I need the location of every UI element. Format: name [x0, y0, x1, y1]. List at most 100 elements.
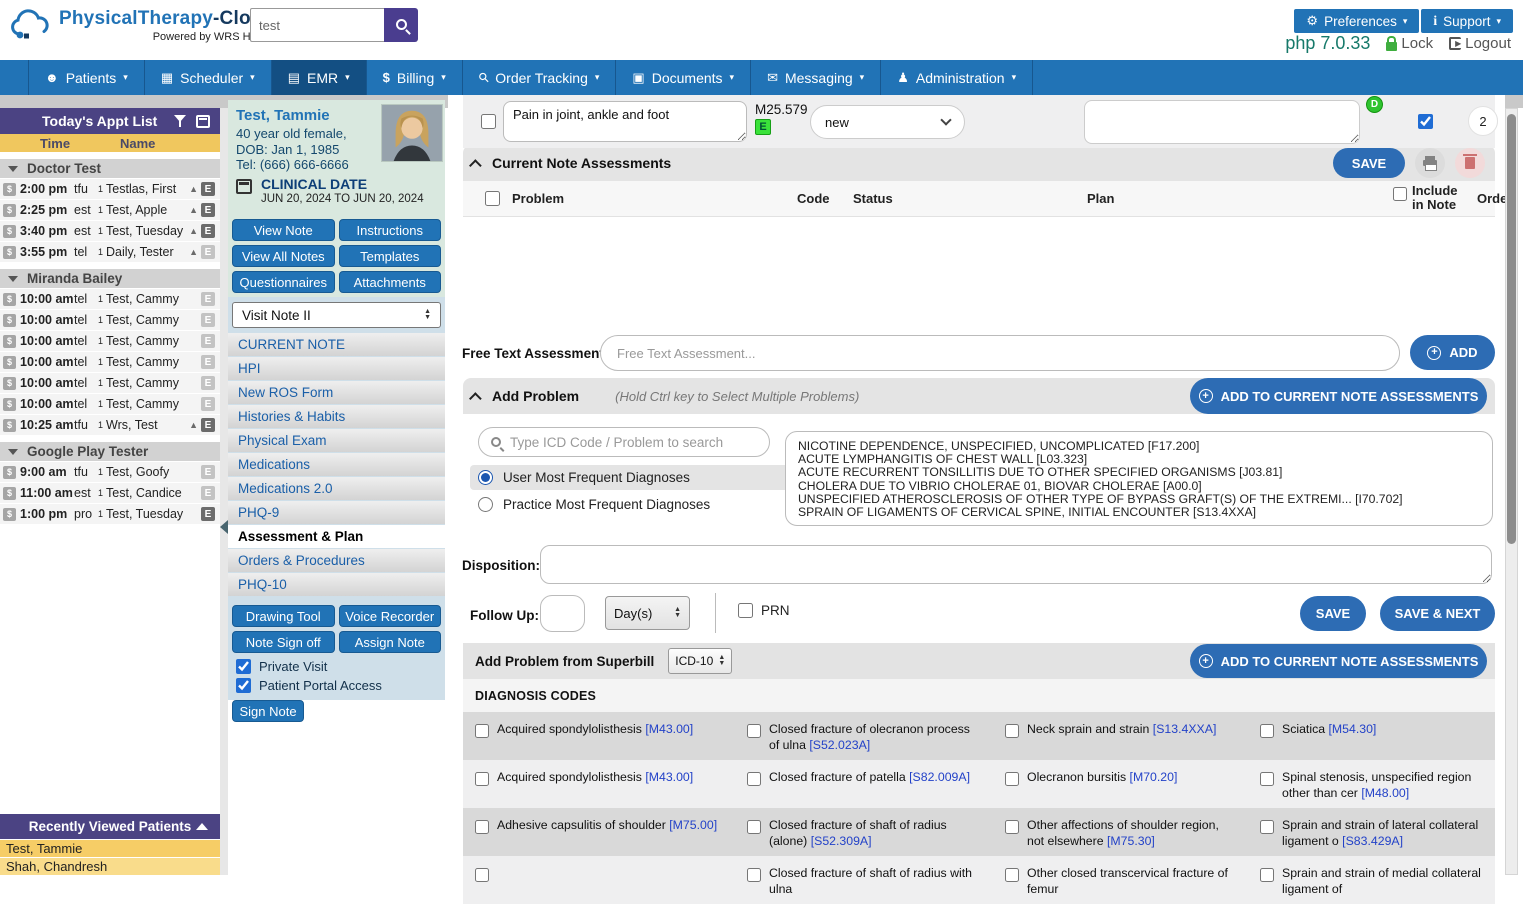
diagnosis-checkbox[interactable]: [747, 820, 761, 834]
select-all-checkbox[interactable]: [485, 191, 500, 206]
diagnosis-checkbox[interactable]: [1260, 820, 1274, 834]
diagnosis-code-cell[interactable]: Neck sprain and strain [S13.4XXA]: [993, 712, 1248, 760]
collapse-icon[interactable]: [469, 392, 482, 405]
calendar-icon[interactable]: [196, 115, 210, 128]
appointment-row[interactable]: $ 1:00 pm pro 1 Test, Tuesday ▲ E: [0, 504, 220, 524]
checkbox[interactable]: [236, 678, 251, 693]
diagnosis-checkbox[interactable]: [747, 724, 761, 738]
appointment-row[interactable]: $ 2:00 pm tfu 1 Testlas, First ▲ E: [0, 179, 220, 199]
row-select-checkbox[interactable]: [481, 114, 496, 129]
include-all-checkbox[interactable]: [1393, 187, 1407, 201]
add-to-current-note-button[interactable]: +ADD TO CURRENT NOTE ASSESSMENTS: [1190, 378, 1487, 414]
note-tool-button[interactable]: Drawing Tool: [232, 605, 335, 627]
diagnosis-code-cell[interactable]: Acquired spondylolisthesis [M43.00]: [463, 760, 735, 808]
diagnosis-code-cell[interactable]: Closed fracture of olecranon process of …: [735, 712, 993, 760]
nav-item[interactable]: Billing ▾: [366, 60, 462, 95]
preferences-button[interactable]: ⚙Preferences▾: [1294, 9, 1419, 33]
diagnosis-code-cell[interactable]: Sciatica [M54.30]: [1248, 712, 1495, 760]
sign-note-button[interactable]: Sign Note: [232, 700, 304, 722]
patient-action-button[interactable]: Instructions: [339, 219, 442, 241]
global-search-input[interactable]: [250, 8, 384, 42]
lock-link[interactable]: Lock: [1386, 35, 1433, 52]
patient-action-button[interactable]: View All Notes: [232, 245, 335, 267]
note-section-menu-item[interactable]: PHQ-9: [228, 501, 445, 524]
code-type-select[interactable]: ICD-10 ▲▼: [668, 648, 732, 674]
note-section-menu-item[interactable]: Orders & Procedures: [228, 549, 445, 572]
visit-note-select[interactable]: Visit Note II ▲▼: [232, 302, 441, 328]
note-section-menu-item[interactable]: CURRENT NOTE: [228, 333, 445, 356]
follow-up-value-input[interactable]: [540, 595, 585, 632]
diagnosis-checkbox[interactable]: [475, 724, 489, 738]
nav-item[interactable]: Order Tracking ▾: [462, 60, 616, 95]
appointment-row[interactable]: $ 9:00 am tfu 1 Test, Goofy ▲ E: [0, 462, 220, 482]
appointment-row[interactable]: $ 10:00 am tel 1 Test, Cammy ▲ E: [0, 352, 220, 372]
patient-action-button[interactable]: View Note: [232, 219, 335, 241]
filter-icon[interactable]: [174, 115, 186, 127]
diagnosis-checkbox[interactable]: [747, 868, 761, 882]
sidebar-collapse-handle[interactable]: [220, 520, 228, 534]
add-assessment-button[interactable]: +ADD: [1410, 335, 1495, 370]
nav-item[interactable]: Documents ▾: [615, 60, 750, 95]
scrollbar-thumb[interactable]: [1507, 114, 1516, 544]
diagnosis-checkbox[interactable]: [1260, 868, 1274, 882]
practice-frequent-diagnoses-radio[interactable]: Practice Most Frequent Diagnoses: [470, 492, 815, 517]
diagnosis-checkbox[interactable]: [475, 868, 489, 882]
nav-item[interactable]: Scheduler ▾: [144, 60, 271, 95]
diagnosis-checkbox[interactable]: [747, 772, 761, 786]
provider-group-header[interactable]: Miranda Bailey: [0, 269, 220, 288]
provider-group-header[interactable]: Google Play Tester: [0, 442, 220, 461]
checkbox[interactable]: [236, 659, 251, 674]
patient-action-button[interactable]: Questionnaires: [232, 271, 335, 293]
user-frequent-diagnoses-radio[interactable]: User Most Frequent Diagnoses: [470, 465, 815, 490]
diagnosis-code-cell[interactable]: Closed fracture of shaft of radius (alon…: [735, 808, 993, 856]
collapse-icon[interactable]: [469, 159, 482, 172]
note-section-menu-item[interactable]: New ROS Form: [228, 381, 445, 404]
recent-patient-row[interactable]: Test, Tammie: [0, 840, 220, 857]
problem-textarea[interactable]: [503, 101, 747, 142]
diagnosis-code-cell[interactable]: Closed fracture of patella [S82.009A]: [735, 760, 993, 808]
support-button[interactable]: iSupport▾: [1421, 9, 1513, 33]
icd-search-input[interactable]: [510, 435, 757, 450]
appointment-row[interactable]: $ 10:00 am tel 1 Test, Cammy ▲ E: [0, 289, 220, 309]
appointment-row[interactable]: $ 10:00 am tel 1 Test, Cammy ▲ E: [0, 310, 220, 330]
frequent-diagnoses-listbox[interactable]: NICOTINE DEPENDENCE, UNSPECIFIED, UNCOMP…: [785, 431, 1493, 526]
recent-patient-row[interactable]: Shah, Chandresh: [0, 858, 220, 875]
save-and-next-button[interactable]: SAVE & NEXT: [1380, 596, 1495, 631]
diagnosis-code-cell[interactable]: [463, 856, 735, 904]
prn-checkbox[interactable]: [738, 603, 753, 618]
logout-link[interactable]: Logout: [1449, 35, 1511, 52]
save-button[interactable]: SAVE: [1333, 148, 1405, 178]
diagnosis-code-cell[interactable]: Sprain and strain of lateral collateral …: [1248, 808, 1495, 856]
diagnosis-checkbox[interactable]: [1005, 724, 1019, 738]
note-section-menu-item[interactable]: Histories & Habits: [228, 405, 445, 428]
global-search-button[interactable]: [384, 8, 418, 42]
note-tool-button[interactable]: Assign Note: [339, 631, 442, 653]
diagnosis-code-cell[interactable]: Spinal stenosis, unspecified region othe…: [1248, 760, 1495, 808]
diagnosis-code-cell[interactable]: Other affections of shoulder region, not…: [993, 808, 1248, 856]
note-section-menu-item[interactable]: Physical Exam: [228, 429, 445, 452]
appointment-row[interactable]: $ 3:40 pm est 1 Test, Tuesday ▲ E: [0, 221, 220, 241]
diagnosis-code-cell[interactable]: Other closed transcervical fracture of f…: [993, 856, 1248, 904]
radio[interactable]: [478, 497, 493, 512]
appointment-row[interactable]: $ 11:00 am est 1 Test, Candice ▲ E: [0, 483, 220, 503]
diagnosis-checkbox[interactable]: [475, 820, 489, 834]
diagnosis-code-cell[interactable]: Closed fracture of shaft of radius with …: [735, 856, 993, 904]
diagnosis-checkbox[interactable]: [1260, 772, 1274, 786]
appointment-row[interactable]: $ 10:25 am tfu 1 Wrs, Test ▲ E: [0, 415, 220, 435]
note-tool-button[interactable]: Note Sign off: [232, 631, 335, 653]
plan-textarea[interactable]: [1084, 100, 1360, 144]
radio[interactable]: [478, 470, 493, 485]
appointment-row[interactable]: $ 3:55 pm tel 1 Daily, Tester ▲ E: [0, 242, 220, 262]
recently-viewed-header[interactable]: Recently Viewed Patients: [0, 814, 220, 839]
patient-option-checkbox[interactable]: Patient Portal Access: [228, 674, 445, 693]
note-section-menu-item[interactable]: Medications: [228, 453, 445, 476]
diagnosis-code-cell[interactable]: Sprain and strain of medial collateral l…: [1248, 856, 1495, 904]
prn-checkbox-row[interactable]: PRN: [738, 603, 790, 618]
delete-button[interactable]: [1455, 148, 1485, 178]
include-in-note-checkbox[interactable]: [1418, 114, 1433, 129]
print-button[interactable]: [1415, 148, 1445, 178]
note-section-menu-item[interactable]: PHQ-10: [228, 573, 445, 596]
free-text-assessment-input[interactable]: [600, 335, 1400, 371]
nav-item[interactable]: EMR ▾: [271, 60, 366, 95]
note-section-menu-item[interactable]: HPI: [228, 357, 445, 380]
